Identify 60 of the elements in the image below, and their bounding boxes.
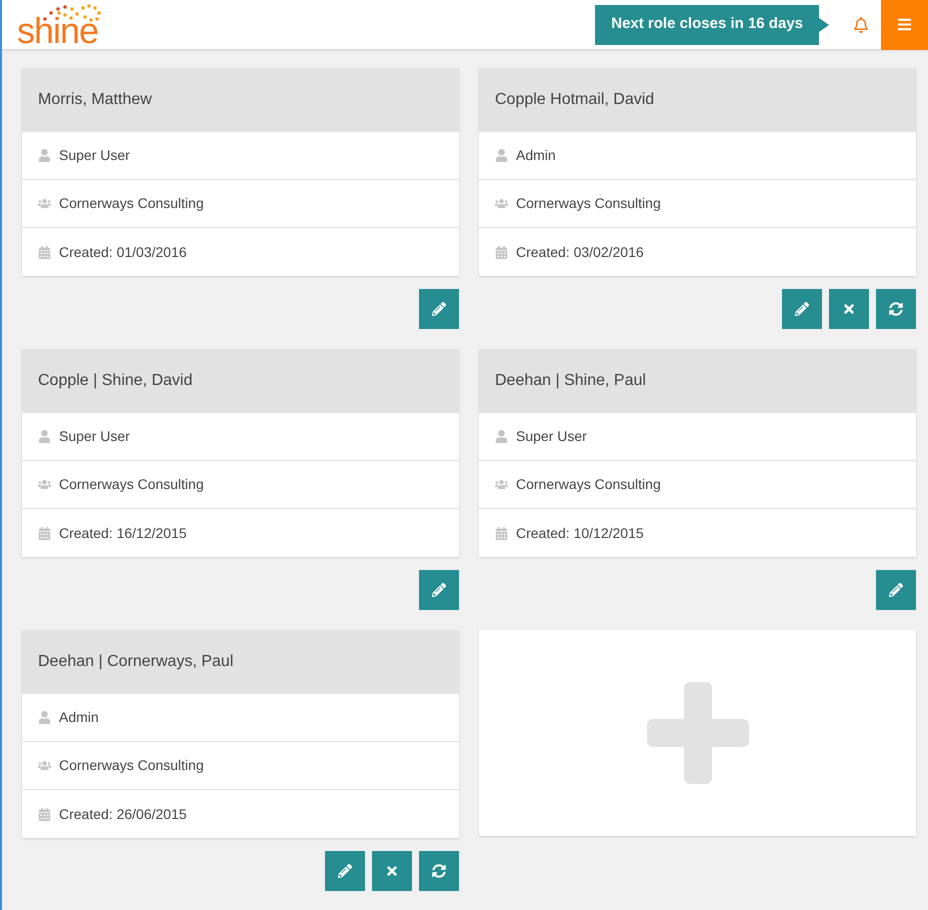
user-name: Deehan | Shine, Paul — [495, 371, 646, 391]
user-role: Super User — [59, 146, 130, 165]
close-icon — [385, 864, 399, 878]
pencil-icon — [432, 583, 446, 597]
company-name: Cornerways Consulting — [59, 756, 204, 775]
refresh-icon — [432, 864, 446, 878]
user-name: Deehan | Cornerways, Paul — [38, 652, 234, 672]
user-icon — [495, 430, 508, 443]
user-role: Admin — [516, 146, 556, 165]
user-name: Morris, Matthew — [38, 90, 152, 110]
created-date: Created: 26/06/2015 — [59, 804, 187, 824]
company-name: Cornerways Consulting — [59, 475, 204, 494]
edit-button[interactable] — [419, 289, 459, 329]
refresh-button[interactable] — [876, 289, 916, 329]
user-icon — [38, 430, 51, 443]
deadline-notice: Next role closes in 16 days — [595, 4, 819, 44]
user-role: Super User — [59, 427, 130, 446]
user-icon — [38, 149, 51, 162]
company-name: Cornerways Consulting — [59, 194, 204, 213]
plus-icon — [646, 682, 748, 784]
created-date: Created: 01/03/2016 — [59, 242, 187, 262]
edit-button[interactable] — [325, 851, 365, 891]
menu-icon — [897, 17, 912, 32]
logo[interactable]: shine — [17, 12, 98, 48]
delete-button[interactable] — [829, 289, 869, 329]
calendar-icon — [38, 808, 51, 820]
notification-bell-icon[interactable] — [853, 16, 869, 32]
calendar-icon — [495, 526, 508, 540]
user-icon — [38, 711, 51, 724]
created-date: Created: 10/12/2015 — [516, 524, 644, 542]
pencil-icon — [338, 864, 352, 878]
user-role: Super User — [516, 427, 587, 446]
group-icon — [38, 197, 51, 210]
user-icon — [495, 149, 508, 162]
group-icon — [495, 478, 508, 491]
edit-button[interactable] — [876, 570, 916, 610]
delete-button[interactable] — [372, 851, 412, 891]
group-icon — [38, 759, 51, 772]
company-name: Cornerways Consulting — [516, 194, 661, 213]
pencil-icon — [432, 302, 446, 316]
notice-pointer-icon — [819, 18, 829, 32]
user-name: Copple Hotmail, David — [495, 90, 654, 110]
menu-button[interactable] — [881, 0, 928, 50]
close-icon — [842, 302, 856, 316]
refresh-icon — [889, 302, 903, 316]
created-date: Created: 03/02/2016 — [516, 242, 644, 262]
user-role: Admin — [59, 708, 99, 727]
edit-button[interactable] — [782, 289, 822, 329]
user-name: Copple | Shine, David — [38, 371, 192, 391]
company-name: Cornerways Consulting — [516, 475, 661, 494]
edit-button[interactable] — [419, 570, 459, 610]
created-date: Created: 16/12/2015 — [59, 524, 187, 542]
group-icon — [495, 197, 508, 210]
calendar-icon — [38, 526, 51, 540]
calendar-icon — [495, 246, 508, 258]
group-icon — [38, 478, 51, 491]
refresh-button[interactable] — [419, 851, 459, 891]
pencil-icon — [795, 302, 809, 316]
pencil-icon — [889, 583, 903, 597]
calendar-icon — [38, 246, 51, 258]
